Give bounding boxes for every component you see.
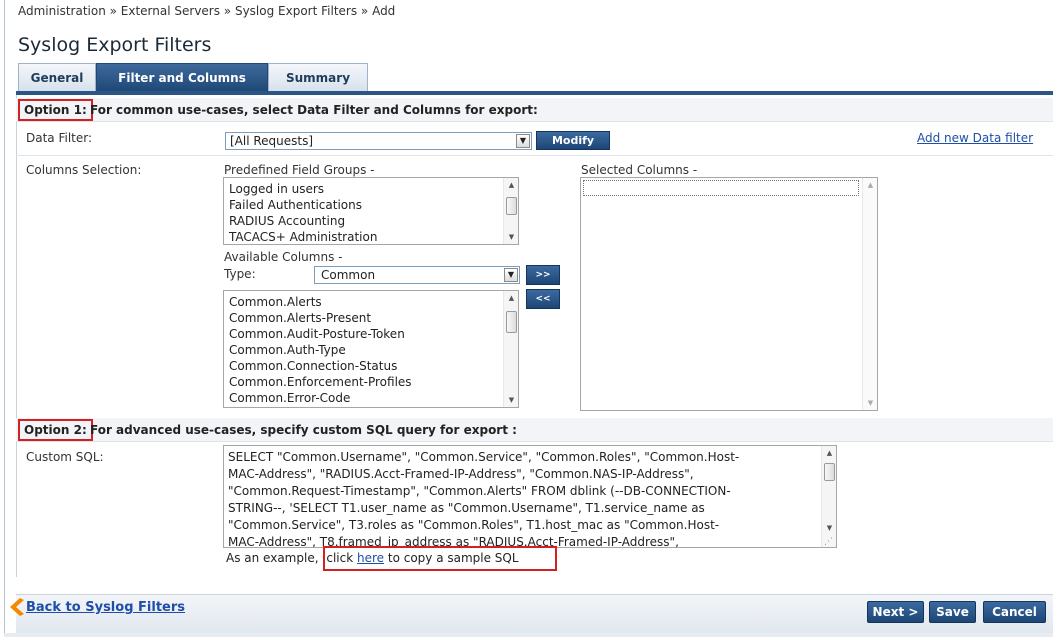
selected-columns-list[interactable]: ▲ ▼ xyxy=(580,177,878,411)
option1-header: Option 1: For common use-cases, select D… xyxy=(16,98,1053,122)
list-item[interactable]: Common.Error-Code xyxy=(224,390,518,406)
add-new-data-filter-link[interactable]: Add new Data filter xyxy=(917,131,1033,145)
selected-placeholder-row xyxy=(583,180,859,196)
page-bottom-edge xyxy=(4,633,1053,637)
list-item[interactable]: TACACS+ Administration xyxy=(224,229,518,244)
list-item[interactable]: Common.Alerts xyxy=(224,294,518,310)
data-filter-label: Data Filter: xyxy=(26,131,93,145)
scrollbar[interactable]: ▲ ▼ xyxy=(862,178,877,410)
custom-sql-label: Custom SQL: xyxy=(26,450,104,464)
available-columns-list[interactable]: Common.Alerts Common.Alerts-Present Comm… xyxy=(223,290,519,408)
list-item[interactable]: Logged in users xyxy=(224,181,518,197)
dropdown-arrow-icon[interactable]: ▼ xyxy=(516,134,530,148)
option1-text: For common use-cases, select Data Filter… xyxy=(90,103,538,117)
scroll-thumb[interactable] xyxy=(506,311,517,333)
option2-text: For advanced use-cases, specify custom S… xyxy=(90,423,517,437)
option2-tag: Option 2: xyxy=(18,419,93,441)
page-title: Syslog Export Filters xyxy=(18,34,212,56)
dropdown-arrow-icon[interactable]: ▼ xyxy=(504,268,518,282)
scroll-down-icon[interactable]: ▼ xyxy=(822,521,836,535)
tab-general[interactable]: General xyxy=(18,63,96,91)
type-label: Type: xyxy=(224,267,256,281)
sql-line: "Common.Request-Timestamp", "Common.Aler… xyxy=(228,484,731,498)
add-columns-button[interactable]: >> xyxy=(526,265,560,285)
scroll-down-icon[interactable]: ▼ xyxy=(504,230,518,244)
type-select[interactable]: Common ▼ xyxy=(314,266,520,284)
scroll-up-icon[interactable]: ▲ xyxy=(863,178,877,192)
scroll-up-icon[interactable]: ▲ xyxy=(822,446,836,460)
tab-summary[interactable]: Summary xyxy=(268,63,368,91)
list-item[interactable]: Common.Auth-Type xyxy=(224,342,518,358)
available-columns-label: Available Columns - xyxy=(224,250,343,264)
predefined-field-groups-list[interactable]: Logged in users Failed Authentications R… xyxy=(223,177,519,245)
data-filter-select[interactable]: [All Requests] ▼ xyxy=(225,132,532,150)
resize-grip-icon[interactable]: ⋰ xyxy=(824,537,833,547)
sql-line: SELECT "Common.Username", "Common.Servic… xyxy=(228,450,740,464)
list-item[interactable]: RADIUS Accounting xyxy=(224,213,518,229)
selected-columns-label: Selected Columns - xyxy=(581,163,698,177)
list-item[interactable]: Common.Enforcement-Profiles xyxy=(224,374,518,390)
back-to-syslog-filters-link[interactable]: Back to Syslog Filters xyxy=(26,600,185,615)
columns-selection-label: Columns Selection: xyxy=(26,163,142,177)
data-filter-value: [All Requests] xyxy=(230,134,314,148)
sql-line: "Common.Service", T3.roles as "Common.Ro… xyxy=(228,518,720,532)
scroll-down-icon[interactable]: ▼ xyxy=(504,393,518,407)
type-value: Common xyxy=(321,268,376,282)
back-arrow-icon[interactable] xyxy=(10,598,26,616)
option2-header: Option 2: For advanced use-cases, specif… xyxy=(16,418,1053,442)
option1-tag: Option 1: xyxy=(18,99,93,121)
tab-filter-and-columns[interactable]: Filter and Columns xyxy=(96,63,268,91)
example-prefix: As an example, xyxy=(226,551,319,565)
scroll-up-icon[interactable]: ▲ xyxy=(504,178,518,192)
scroll-down-icon[interactable]: ▼ xyxy=(863,396,877,410)
remove-columns-button[interactable]: << xyxy=(526,289,560,309)
breadcrumb: Administration » External Servers » Sysl… xyxy=(18,4,396,18)
scroll-up-icon[interactable]: ▲ xyxy=(504,291,518,305)
list-item[interactable]: Common.Connection-Status xyxy=(224,358,518,374)
list-item[interactable]: Common.Alerts-Present xyxy=(224,310,518,326)
scrollbar[interactable]: ▲ ▼ xyxy=(503,178,518,244)
next-button[interactable]: Next > xyxy=(867,601,924,623)
scrollbar[interactable]: ▲ ▼ xyxy=(503,291,518,407)
example-highlight-box xyxy=(323,546,557,571)
list-item[interactable]: Failed Authentications xyxy=(224,197,518,213)
scrollbar[interactable]: ▲ ▼ ⋰ xyxy=(821,446,836,547)
row-divider xyxy=(16,155,1053,156)
save-button[interactable]: Save xyxy=(929,601,976,623)
modify-button[interactable]: Modify xyxy=(536,131,610,150)
sql-line: MAC-Address", "RADIUS.Acct-Framed-IP-Add… xyxy=(228,467,694,481)
custom-sql-textarea[interactable]: SELECT "Common.Username", "Common.Servic… xyxy=(223,445,837,548)
cancel-button[interactable]: Cancel xyxy=(983,601,1046,623)
predefined-label: Predefined Field Groups - xyxy=(224,163,375,177)
list-item[interactable]: Common.Audit-Posture-Token xyxy=(224,326,518,342)
scroll-thumb[interactable] xyxy=(506,197,517,215)
scroll-thumb[interactable] xyxy=(824,463,835,481)
sql-line: STRING--, 'SELECT T1.user_name as "Commo… xyxy=(228,501,705,515)
